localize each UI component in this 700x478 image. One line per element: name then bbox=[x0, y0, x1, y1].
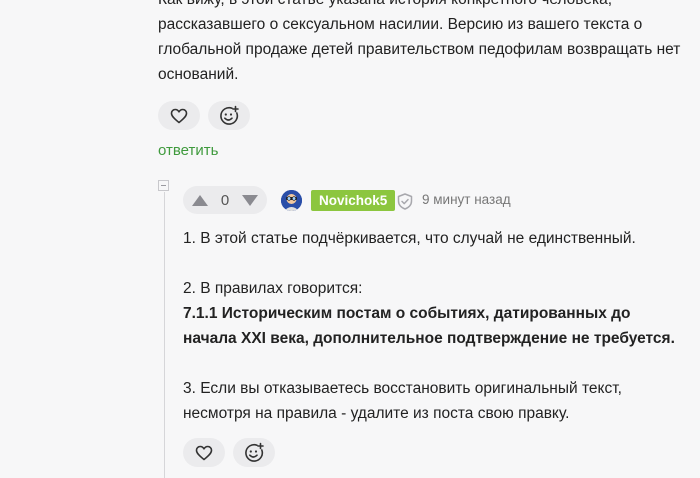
vote-count: 0 bbox=[220, 191, 230, 209]
triangle-up-icon[interactable] bbox=[191, 194, 209, 207]
heart-icon bbox=[170, 108, 188, 123]
triangle-down-icon[interactable] bbox=[241, 194, 259, 207]
vote-widget: 0 bbox=[183, 186, 267, 214]
add-emoji-icon bbox=[245, 442, 264, 462]
comment-timestamp[interactable]: 9 минут назад bbox=[422, 192, 511, 207]
paragraph: 1. В этой статье подчёркивается, что слу… bbox=[183, 230, 636, 247]
comment-line: Как вижу, в этой статье указана история … bbox=[158, 0, 688, 12]
collapse-thread-button[interactable] bbox=[158, 180, 169, 191]
add-emoji-icon bbox=[220, 105, 239, 125]
avatar[interactable] bbox=[281, 190, 302, 211]
username[interactable]: Novichok5 bbox=[311, 190, 396, 211]
heart-icon bbox=[195, 445, 213, 460]
comment-line: оснований. bbox=[158, 66, 239, 83]
paragraph: 2. В правилах говорится: bbox=[183, 280, 363, 297]
parent-comment-text: Как вижу, в этой статье указана история … bbox=[158, 0, 688, 87]
add-reaction-button[interactable] bbox=[208, 101, 250, 130]
comment-line: рассказавшего о сексуальном насилии. Вер… bbox=[158, 16, 643, 33]
like-button[interactable] bbox=[183, 438, 225, 467]
like-button[interactable] bbox=[158, 101, 200, 130]
quoted-rule: 7.1.1 Историческим постам о событиях, да… bbox=[183, 305, 675, 347]
paragraph: 3. Если вы отказываетесь восстановить ор… bbox=[183, 380, 622, 422]
reply-comment-text: 1. В этой статье подчёркивается, что слу… bbox=[183, 226, 688, 426]
shield-icon bbox=[397, 193, 413, 210]
comment-line: глобальной продаже детей правительством … bbox=[158, 41, 681, 58]
add-reaction-button[interactable] bbox=[233, 438, 275, 467]
reply-link[interactable]: ответить bbox=[158, 142, 218, 159]
thread-line bbox=[164, 192, 165, 478]
